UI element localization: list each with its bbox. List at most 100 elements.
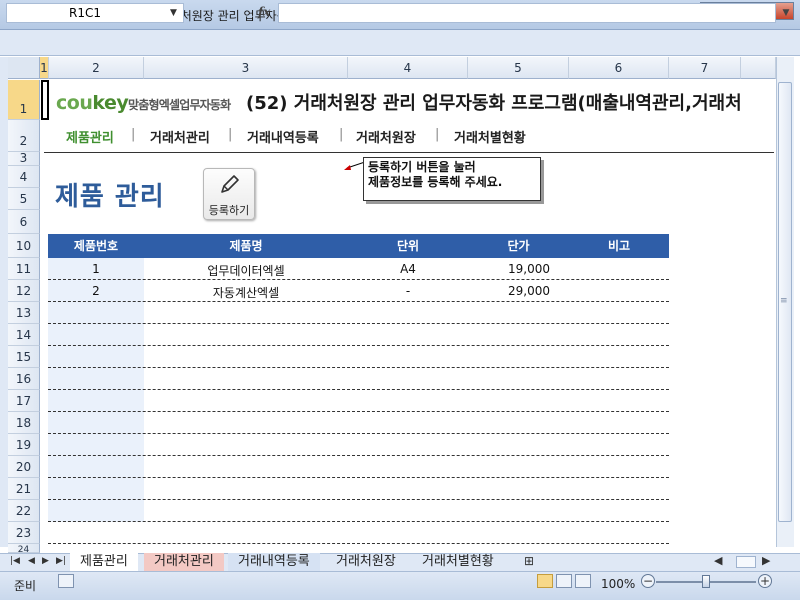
zoom-in-button[interactable]: + — [758, 574, 772, 588]
column-header[interactable]: 3 — [144, 57, 348, 79]
row-header[interactable]: 5 — [8, 188, 40, 210]
row-header[interactable]: 11 — [8, 258, 40, 280]
row-header[interactable]: 1 — [8, 80, 40, 120]
nav-separator: | — [339, 127, 344, 142]
page-break-view-button[interactable] — [575, 574, 591, 588]
th-product-no[interactable]: 제품번호 — [48, 234, 144, 258]
sheet-tab-ledger[interactable]: 거래처원장 — [326, 553, 406, 571]
hscroll-right-icon[interactable]: ▶ — [762, 554, 770, 567]
normal-view-button[interactable] — [537, 574, 553, 588]
column-header[interactable]: 6 — [569, 57, 669, 79]
nav-separator: | — [435, 127, 440, 142]
header-divider — [44, 152, 774, 153]
row-header[interactable]: 12 — [8, 280, 40, 302]
sheet-tab-client[interactable]: 거래처관리 — [144, 553, 224, 571]
table-cell[interactable]: 1 — [48, 262, 144, 276]
expand-formula-icon[interactable]: ▼ — [778, 3, 794, 23]
status-ready: 준비 — [14, 579, 37, 593]
row-header[interactable]: 2 — [8, 120, 40, 152]
hscroll-left-icon[interactable]: ◀ — [714, 554, 722, 567]
table-row — [48, 323, 669, 324]
workbook-title: (52) 거래처원장 관리 업무자동화 프로그램(매출내역관리,거래처 — [246, 93, 742, 114]
row-header[interactable]: 15 — [8, 346, 40, 368]
scroll-grip-icon: ≡ — [780, 296, 788, 306]
macro-record-icon[interactable] — [58, 574, 74, 588]
table-row — [48, 411, 669, 412]
formula-input[interactable] — [278, 3, 776, 23]
th-unit[interactable]: 단위 — [348, 234, 468, 258]
table-row — [48, 499, 669, 500]
status-bar — [0, 571, 800, 600]
next-sheet-icon[interactable]: ▶ — [42, 556, 49, 566]
table-row — [48, 477, 669, 478]
column-header[interactable]: 5 — [468, 57, 569, 79]
row-header[interactable]: 19 — [8, 434, 40, 456]
column-header[interactable]: 7 — [669, 57, 741, 79]
prev-sheet-icon[interactable]: ◀ — [28, 556, 35, 566]
last-sheet-icon[interactable]: ▶| — [56, 556, 66, 566]
nav-separator: | — [228, 127, 233, 142]
zoom-slider-thumb[interactable] — [702, 575, 710, 588]
insert-sheet-icon[interactable]: ⊞ — [524, 554, 534, 568]
table-row — [48, 455, 669, 456]
table-cell[interactable]: A4 — [348, 262, 468, 276]
table-row — [48, 543, 669, 544]
row-header[interactable]: 16 — [8, 368, 40, 390]
row-header[interactable]: 10 — [8, 234, 40, 258]
select-all-corner[interactable] — [8, 57, 40, 79]
page-title: 제품 관리 — [55, 182, 165, 212]
row-header[interactable]: 4 — [8, 166, 40, 188]
row-header[interactable]: 24 — [8, 544, 40, 553]
row-header[interactable]: 22 — [8, 500, 40, 522]
table-row — [48, 521, 669, 522]
nav-client-status[interactable]: 거래처별현황 — [454, 127, 526, 146]
th-note[interactable]: 비고 — [569, 234, 669, 258]
nav-transaction-entry[interactable]: 거래내역등록 — [247, 127, 319, 146]
table-cell[interactable]: 업무데이터엑셀 — [144, 262, 348, 279]
nav-ledger[interactable]: 거래처원장 — [356, 127, 416, 146]
nav-product[interactable]: 제품관리 — [66, 127, 114, 146]
row-header[interactable]: 13 — [8, 302, 40, 324]
sheet-tab-status[interactable]: 거래처별현황 — [412, 553, 504, 571]
comment-note: 등록하기 버튼을 눌러 제품정보를 등록해 주세요. — [363, 157, 541, 201]
table-cell[interactable]: 19,000 — [468, 262, 550, 276]
table-cell[interactable]: 2 — [48, 284, 144, 298]
row-header[interactable]: 23 — [8, 522, 40, 544]
table-cell[interactable]: 29,000 — [468, 284, 550, 298]
first-sheet-icon[interactable]: |◀ — [10, 556, 20, 566]
row-header[interactable]: 6 — [8, 210, 40, 234]
note-line: 제품정보를 등록해 주세요. — [368, 175, 503, 189]
nav-client[interactable]: 거래처관리 — [150, 127, 210, 146]
pencil-icon — [221, 175, 239, 193]
sheet-tab-product[interactable]: 제품관리 — [70, 553, 138, 571]
row-header[interactable]: 3 — [8, 152, 40, 166]
column-header[interactable]: 1 — [40, 57, 49, 79]
row-header[interactable]: 21 — [8, 478, 40, 500]
table-cell[interactable]: - — [348, 284, 468, 298]
row-header[interactable]: 17 — [8, 390, 40, 412]
nav-separator: | — [131, 127, 136, 142]
row-header[interactable]: 18 — [8, 412, 40, 434]
table-cell[interactable]: 자동계산엑셀 — [144, 284, 348, 301]
row-header[interactable]: 14 — [8, 324, 40, 346]
name-box-dropdown-icon[interactable]: ▼ — [170, 8, 177, 18]
row-header[interactable]: 20 — [8, 456, 40, 478]
sheet-tab-transaction[interactable]: 거래내역등록 — [228, 553, 320, 571]
page-layout-view-button[interactable] — [556, 574, 572, 588]
column-header[interactable] — [741, 57, 776, 79]
th-price[interactable]: 단가 — [468, 234, 569, 258]
column-header[interactable]: 4 — [348, 57, 468, 79]
active-cell[interactable] — [41, 80, 49, 120]
register-button-label: 등록하기 — [208, 204, 250, 217]
name-box[interactable]: R1C1 — [6, 3, 184, 23]
zoom-level[interactable]: 100% — [601, 577, 635, 591]
zoom-out-button[interactable]: − — [641, 574, 655, 588]
table-row — [48, 345, 669, 346]
table-row — [48, 301, 669, 302]
insert-function-button[interactable]: fx — [258, 5, 270, 19]
th-product-name[interactable]: 제품명 — [144, 234, 348, 258]
brand-subtitle: 맞춤형엑셀업무자동화 — [128, 98, 231, 112]
hscroll-thumb[interactable] — [736, 556, 756, 568]
column-header[interactable]: 2 — [49, 57, 144, 79]
table-row — [48, 389, 669, 390]
